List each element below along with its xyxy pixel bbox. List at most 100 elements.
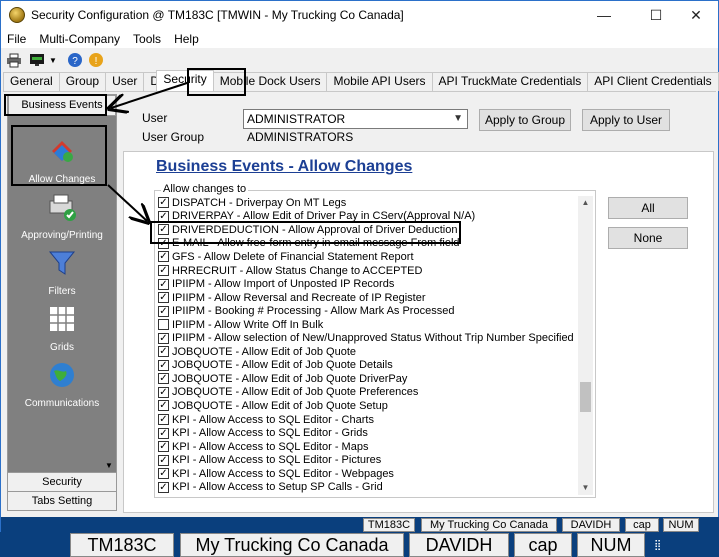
bottom-status-num: NUM — [577, 533, 645, 557]
event-checkbox[interactable]: ✓ — [158, 414, 169, 426]
sidebar-item-grids[interactable]: Grids — [8, 303, 116, 353]
apply-to-group-button[interactable]: Apply to Group — [479, 109, 571, 131]
event-row[interactable]: ✓ GFS - Allow Delete of Financial Stateme… — [158, 250, 575, 264]
allow-changes-panel: Business Events - Allow Changes Allow ch… — [123, 151, 714, 513]
event-label: DISPATCH - Driverpay On MT Legs — [172, 196, 347, 209]
sidebar-item-label: Communications — [24, 398, 100, 409]
help-icon[interactable]: ? — [67, 52, 83, 68]
event-label: IPIIPM - Allow Write Off In Bulk — [172, 318, 324, 331]
event-checkbox[interactable]: ✓ — [158, 386, 169, 398]
tab-api-client-credentials[interactable]: API Client Credentials — [587, 72, 719, 91]
event-checkbox[interactable]: ✓ — [158, 400, 169, 412]
scroll-down-icon[interactable]: ▼ — [578, 481, 593, 495]
event-row[interactable]: ✓ HRRECRUIT - Allow Status Change to ACCE… — [158, 264, 575, 278]
tab-api-truckmate-credentials[interactable]: API TruckMate Credentials — [431, 72, 589, 91]
event-checkbox[interactable]: ✓ — [158, 305, 169, 317]
menu-multi-company[interactable]: Multi-Company — [33, 32, 127, 46]
tab-user[interactable]: User — [105, 72, 145, 91]
event-label: KPI - Allow Access to SQL Editor - Chart… — [172, 413, 374, 426]
event-row[interactable]: ✓ IPIIPM - Allow selection of New/Unappro… — [158, 331, 575, 345]
tab-db-rights[interactable]: DB Rights — [143, 72, 158, 91]
event-checkbox[interactable]: ✓ — [158, 332, 169, 344]
event-label: IPIIPM - Allow Import of Unposted IP Rec… — [172, 278, 395, 291]
monitor-icon[interactable] — [27, 52, 47, 68]
event-checkbox[interactable]: ✓ — [158, 468, 169, 480]
event-row[interactable]: IPIIPM - Allow Write Off In Bulk — [158, 318, 575, 332]
event-label: IPIIPM - Allow Reversal and Recreate of … — [172, 291, 426, 304]
apply-to-user-button[interactable]: Apply to User — [582, 109, 670, 131]
event-row[interactable]: ✓ IPIIPM - Allow Reversal and Recreate of… — [158, 291, 575, 305]
sidebar-item-approving-printing[interactable]: Approving/Printing — [8, 191, 116, 241]
user-select[interactable]: ADMINISTRATOR ▼ — [243, 109, 468, 129]
scroll-down-icon[interactable]: ▼ — [105, 461, 113, 470]
tab-mobile-api-users[interactable]: Mobile API Users — [326, 72, 433, 91]
event-row[interactable]: ✓ KPI - Allow Access to SQL Editor - Pict… — [158, 453, 575, 467]
group-caption: Allow changes to — [161, 183, 249, 195]
chevron-down-icon[interactable]: ▼ — [49, 56, 57, 65]
event-checkbox[interactable]: ✓ — [158, 481, 169, 493]
menu-file[interactable]: File — [1, 32, 33, 46]
event-label: JOBQUOTE - Allow Edit of Job Quote Setup — [172, 399, 388, 412]
event-label: IPIIPM - Allow selection of New/Unapprov… — [172, 332, 574, 345]
event-row[interactable]: ✓ IPIIPM - Booking # Processing - Allow M… — [158, 304, 575, 318]
event-label: JOBQUOTE - Allow Edit of Job Quote Detai… — [172, 359, 393, 372]
close-button[interactable]: ✕ — [673, 1, 719, 29]
tab-bar: General Group User DB Rights Security Mo… — [3, 70, 719, 92]
event-checkbox[interactable]: ✓ — [158, 359, 169, 371]
event-checkbox[interactable] — [158, 319, 169, 331]
info-icon[interactable]: ! — [88, 52, 104, 68]
sidebar-item-filters[interactable]: Filters — [8, 247, 116, 297]
resize-grip-icon[interactable]: ⣿ — [654, 540, 661, 551]
menu-tools[interactable]: Tools — [127, 32, 168, 46]
event-checkbox[interactable]: ✓ — [158, 441, 169, 453]
event-row[interactable]: ✓ JOBQUOTE - Allow Edit of Job Quote Deta… — [158, 359, 575, 373]
scroll-thumb[interactable] — [580, 382, 591, 412]
sidebar-item-communications[interactable]: Communications — [8, 359, 116, 409]
sidebar-tabs-setting[interactable]: Tabs Setting — [8, 491, 116, 510]
menu-bar: File Multi-Company Tools Help — [1, 29, 718, 48]
bottom-status-user: DAVIDH — [409, 533, 509, 557]
event-row[interactable]: ✓ KPI - Allow Access to SQL Editor - Grid… — [158, 426, 575, 440]
event-row[interactable]: ✓ JOBQUOTE - Allow Edit of Job Quote Driv… — [158, 372, 575, 386]
event-label: KPI - Allow Access to Setup SP Calls - G… — [172, 481, 383, 494]
filter-funnel-icon — [48, 251, 76, 275]
status-user: DAVIDH — [562, 518, 620, 532]
event-row[interactable]: ✓ JOBQUOTE - Allow Edit of Job Quote Pref… — [158, 386, 575, 400]
event-checkbox[interactable]: ✓ — [158, 265, 169, 276]
event-row[interactable]: ✓ KPI - Allow Access to SQL Editor - Maps — [158, 440, 575, 454]
event-row[interactable]: ✓ KPI - Allow Access to SQL Editor - Char… — [158, 413, 575, 427]
event-checkbox[interactable]: ✓ — [158, 292, 169, 304]
highlight-allow-changes — [11, 125, 107, 186]
bottom-status-company: My Trucking Co Canada — [180, 533, 404, 557]
none-button[interactable]: None — [608, 227, 688, 249]
event-checkbox[interactable]: ✓ — [158, 278, 169, 290]
event-checkbox[interactable]: ✓ — [158, 427, 169, 439]
sidebar-security[interactable]: Security — [8, 472, 116, 491]
scroll-up-icon[interactable]: ▲ — [578, 196, 593, 210]
tab-general[interactable]: General — [3, 72, 60, 91]
bottom-status-caps: cap — [514, 533, 572, 557]
event-checkbox[interactable]: ✓ — [158, 197, 169, 209]
event-row[interactable]: ✓ DISPATCH - Driverpay On MT Legs — [158, 196, 575, 210]
sidebar-item-label: Filters — [48, 286, 76, 297]
event-label: KPI - Allow Access to SQL Editor - Pictu… — [172, 454, 382, 467]
event-checkbox[interactable]: ✓ — [158, 373, 169, 385]
tab-group[interactable]: Group — [58, 72, 107, 91]
event-row[interactable]: ✓ JOBQUOTE - Allow Edit of Job Quote — [158, 345, 575, 359]
event-row[interactable]: ✓ IPIIPM - Allow Import of Unposted IP Re… — [158, 277, 575, 291]
event-checkbox[interactable]: ✓ — [158, 454, 169, 466]
list-scrollbar[interactable]: ▲ ▼ — [578, 196, 593, 495]
sidebar-item-label: Approving/Printing — [21, 230, 103, 241]
event-row[interactable]: ✓ JOBQUOTE - Allow Edit of Job Quote Setu… — [158, 399, 575, 413]
status-company: My Trucking Co Canada — [421, 518, 557, 532]
event-row[interactable]: ✓ KPI - Allow Access to Setup SP Calls - … — [158, 480, 575, 494]
event-checkbox[interactable]: ✓ — [158, 346, 169, 358]
bottom-status-server: TM183C — [70, 533, 174, 557]
event-checkbox[interactable]: ✓ — [158, 251, 169, 263]
printer-icon[interactable] — [6, 52, 22, 68]
minimize-button[interactable]: — — [581, 1, 627, 29]
all-button[interactable]: All — [608, 197, 688, 219]
event-row[interactable]: ✓ KPI - Allow Access to SQL Editor - Webp… — [158, 467, 575, 481]
menu-help[interactable]: Help — [168, 32, 206, 46]
event-label: KPI - Allow Access to SQL Editor - Grids — [172, 427, 368, 440]
